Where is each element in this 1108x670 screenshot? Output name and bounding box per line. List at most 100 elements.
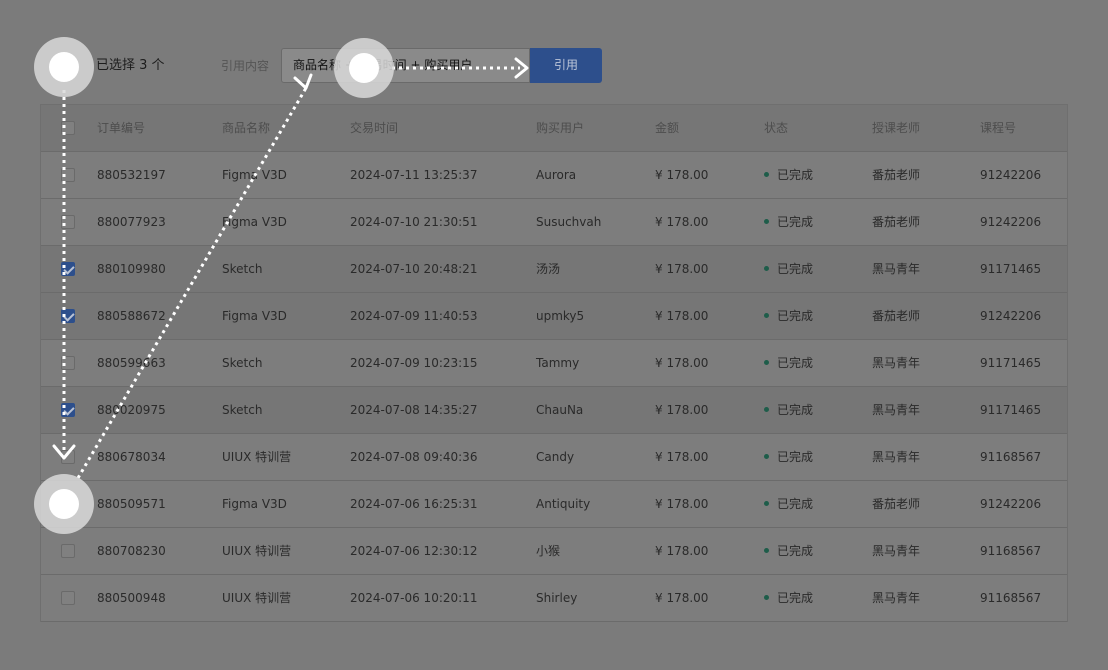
table-row[interactable]: 880708230 UIUX 特训营 2024-07-06 12:30:12 小猴 ¥ … (41, 528, 1067, 575)
cell-product: Figma V3D (222, 168, 287, 182)
cell-time: 2024-07-08 09:40:36 (350, 450, 478, 464)
cell-teacher: 黑马青年 (872, 544, 921, 558)
cell-order: 880109980 (97, 262, 166, 276)
cell-user: Susuchvah (536, 215, 602, 229)
cell-product: Figma V3D (222, 215, 287, 229)
cell-product: Sketch (222, 262, 263, 276)
cell-order: 880077923 (97, 215, 166, 229)
status-dot-icon (764, 501, 769, 506)
cell-status: 已完成 (764, 434, 813, 481)
cell-time: 2024-07-10 20:48:21 (350, 262, 478, 276)
cell-time: 2024-07-06 12:30:12 (350, 544, 478, 558)
cell-course: 91242206 (980, 497, 1042, 511)
cell-course: 91242206 (980, 215, 1042, 229)
cell-amount: ¥ 178.00 (655, 168, 709, 182)
cell-teacher: 番茄老师 (872, 168, 921, 182)
cell-amount: ¥ 178.00 (655, 497, 709, 511)
status-text: 已完成 (777, 309, 814, 323)
table-row[interactable]: 880109980 Sketch 2024-07-10 20:48:21 汤汤 ¥ 17… (41, 246, 1067, 293)
cell-user: Candy (536, 450, 575, 464)
cell-order: 880588672 (97, 309, 166, 323)
cell-time: 2024-07-06 16:25:31 (350, 497, 478, 511)
header-course: 课程号 (980, 121, 1017, 135)
ref-content-label: 引用内容 (221, 59, 270, 73)
table-row[interactable]: 880020975 Sketch 2024-07-08 14:35:27 ChauNa… (41, 387, 1067, 434)
table-row[interactable]: 880599663 Sketch 2024-07-09 10:23:15 Tammy ¥… (41, 340, 1067, 387)
status-dot-icon (764, 313, 769, 318)
cell-teacher: 黑马青年 (872, 356, 921, 370)
table-row[interactable]: 880678034 UIUX 特训营 2024-07-08 09:40:36 Cand… (41, 434, 1067, 481)
status-text: 已完成 (777, 497, 814, 511)
cell-status: 已完成 (764, 246, 813, 293)
select-all-checkbox[interactable] (61, 121, 75, 135)
cell-status: 已完成 (764, 152, 813, 199)
cell-amount: ¥ 178.00 (655, 309, 709, 323)
cell-course: 91171465 (980, 403, 1042, 417)
cell-order: 880599663 (97, 356, 166, 370)
table-row[interactable]: 880588672 Figma V3D 2024-07-09 11:40:53 upm… (41, 293, 1067, 340)
cell-status: 已完成 (764, 575, 813, 622)
row-checkbox[interactable] (61, 403, 75, 417)
cell-user: Shirley (536, 591, 578, 605)
cell-course: 91242206 (980, 168, 1042, 182)
table-row[interactable]: 880532197 Figma V3D 2024-07-11 13:25:37 Aur… (41, 152, 1067, 199)
table-row[interactable]: 880509571 Figma V3D 2024-07-06 16:25:31 Ant… (41, 481, 1067, 528)
cell-user: ChauNa (536, 403, 584, 417)
cell-order: 880708230 (97, 544, 166, 558)
cell-teacher: 黑马青年 (872, 262, 921, 276)
cell-time: 2024-07-09 11:40:53 (350, 309, 478, 323)
header-order: 订单编号 (97, 121, 146, 135)
cell-time: 2024-07-09 10:23:15 (350, 356, 478, 370)
ref-button[interactable]: 引用 (530, 48, 602, 83)
table-row[interactable]: 880500948 UIUX 特训营 2024-07-06 10:20:11 Shir… (41, 575, 1067, 622)
cell-user: 汤汤 (536, 262, 561, 276)
cell-product: UIUX 特训营 (222, 591, 292, 605)
orders-table: 订单编号 商品名称 交易时间 购买用户 金额 状态 授课老师 课程号 88053… (40, 104, 1068, 622)
row-checkbox[interactable] (61, 168, 75, 182)
row-checkbox[interactable] (61, 450, 75, 464)
row-checkbox[interactable] (61, 309, 75, 323)
cell-time: 2024-07-08 14:35:27 (350, 403, 478, 417)
status-text: 已完成 (777, 591, 814, 605)
cell-amount: ¥ 178.00 (655, 403, 709, 417)
selected-count: 已选择 3 个 (96, 58, 165, 73)
cell-user: Aurora (536, 168, 577, 182)
status-text: 已完成 (777, 356, 814, 370)
status-dot-icon (764, 595, 769, 600)
cell-course: 91171465 (980, 356, 1042, 370)
cell-teacher: 番茄老师 (872, 215, 921, 229)
header-amount: 金额 (655, 121, 680, 135)
header-user: 购买用户 (536, 121, 585, 135)
row-checkbox[interactable] (61, 356, 75, 370)
cell-amount: ¥ 178.00 (655, 215, 709, 229)
cell-product: Sketch (222, 403, 263, 417)
status-dot-icon (764, 172, 769, 177)
cell-product: Figma V3D (222, 497, 287, 511)
cell-teacher: 番茄老师 (872, 309, 921, 323)
cell-product: UIUX 特训营 (222, 544, 292, 558)
status-dot-icon (764, 407, 769, 412)
header-time: 交易时间 (350, 121, 399, 135)
ref-content-select[interactable]: 商品名称 + 交易时间 + 购买用户 (281, 48, 530, 83)
cell-teacher: 黑马青年 (872, 403, 921, 417)
cell-course: 91171465 (980, 262, 1042, 276)
row-checkbox[interactable] (61, 591, 75, 605)
status-dot-icon (764, 360, 769, 365)
table-row[interactable]: 880077923 Figma V3D 2024-07-10 21:30:51 Sus… (41, 199, 1067, 246)
status-text: 已完成 (777, 544, 814, 558)
cell-amount: ¥ 178.00 (655, 450, 709, 464)
cell-order: 880020975 (97, 403, 166, 417)
row-checkbox[interactable] (61, 544, 75, 558)
row-checkbox[interactable] (61, 262, 75, 276)
cell-product: UIUX 特训营 (222, 450, 292, 464)
cell-user: upmky5 (536, 309, 585, 323)
row-checkbox[interactable] (61, 497, 75, 511)
status-text: 已完成 (777, 262, 814, 276)
cell-teacher: 番茄老师 (872, 497, 921, 511)
header-status: 状态 (764, 121, 789, 135)
cell-user: Tammy (536, 356, 580, 370)
row-checkbox[interactable] (61, 215, 75, 229)
cell-status: 已完成 (764, 293, 813, 340)
cell-teacher: 黑马青年 (872, 450, 921, 464)
status-dot-icon (764, 266, 769, 271)
